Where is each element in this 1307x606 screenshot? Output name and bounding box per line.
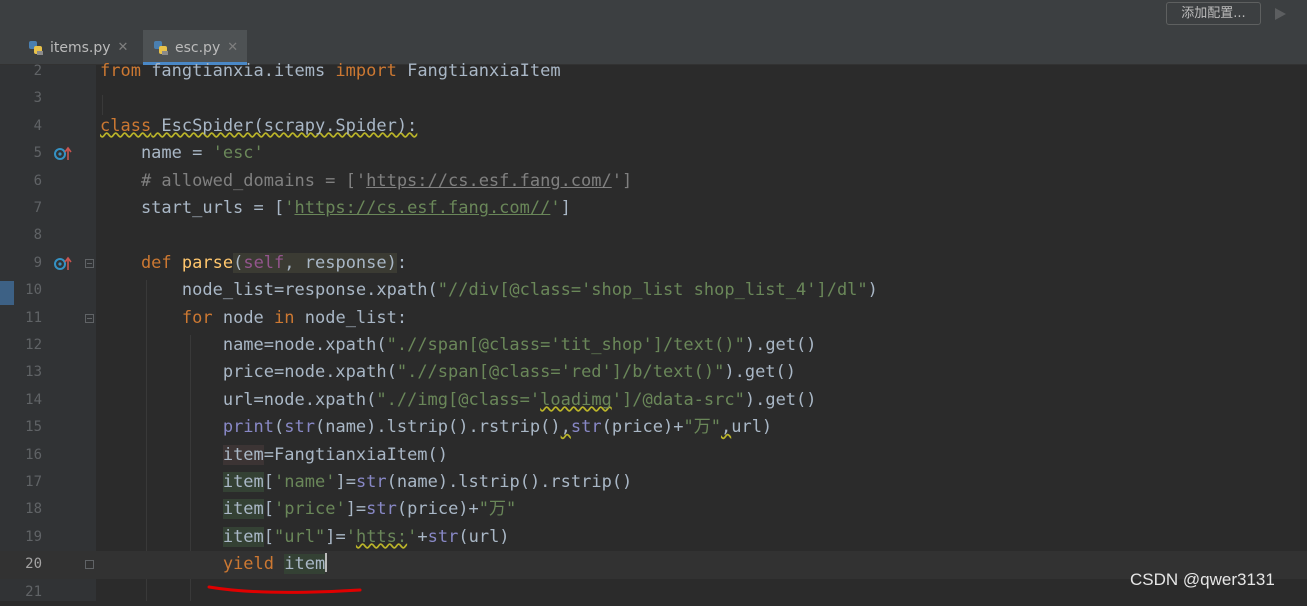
fold-end-icon[interactable] bbox=[85, 560, 94, 570]
code-text: def parse(self, response): bbox=[100, 252, 408, 273]
line-number: 16 bbox=[25, 446, 42, 463]
line-number: 21 bbox=[25, 583, 42, 600]
current-code-line: 20 yield item bbox=[0, 551, 1307, 579]
code-line: 14 url=node.xpath(".//img[@class='loadim… bbox=[0, 387, 1307, 414]
line-number: 13 bbox=[25, 364, 42, 381]
override-method-icon[interactable] bbox=[54, 146, 72, 162]
line-number: 12 bbox=[25, 337, 42, 353]
line-number: 18 bbox=[25, 501, 42, 518]
code-line: 3 bbox=[0, 85, 1307, 112]
code-text: start_urls = ['https://cs.esf.fang.com//… bbox=[100, 198, 571, 218]
code-line: 8 bbox=[0, 222, 1307, 249]
line-number: 20 bbox=[25, 556, 42, 573]
line-number: 9 bbox=[33, 254, 42, 271]
tab-label: items.py bbox=[50, 39, 111, 56]
line-number: 4 bbox=[33, 117, 42, 134]
code-line: 5 name = 'esc' bbox=[0, 140, 1307, 167]
code-text: print(str(name).lstrip().rstrip(),str(pr… bbox=[222, 417, 773, 438]
line-number: 19 bbox=[25, 528, 42, 545]
line-number: 11 bbox=[25, 309, 42, 326]
code-text: for node in node_list: bbox=[181, 307, 408, 328]
line-number: 8 bbox=[33, 227, 42, 244]
line-number: 6 bbox=[33, 172, 42, 189]
fold-icon[interactable] bbox=[85, 258, 94, 268]
line-number: 3 bbox=[33, 90, 42, 107]
code-text: name = 'esc' bbox=[100, 143, 264, 164]
code-text: class EscSpider(scrapy.Spider): bbox=[100, 115, 418, 136]
line-number: 17 bbox=[25, 474, 42, 490]
top-toolbar: 添加配置... bbox=[0, 0, 1307, 30]
play-icon[interactable] bbox=[1273, 6, 1287, 22]
line-number: 10 bbox=[25, 282, 42, 299]
code-line: 13 price=node.xpath(".//span[@class='red… bbox=[0, 359, 1307, 386]
line-number: 7 bbox=[33, 200, 42, 216]
url-link[interactable]: https://cs.esf.fang.com// bbox=[294, 198, 550, 218]
override-method-icon[interactable] bbox=[54, 256, 72, 272]
line-number: 2 bbox=[33, 63, 42, 79]
code-text: price=node.xpath(".//span[@class='red']/… bbox=[222, 362, 797, 383]
code-text: item=FangtianxiaItem() bbox=[222, 444, 449, 465]
code-text: item["url"]='htts:'+str(url) bbox=[222, 526, 510, 547]
code-text: from fangtianxia.items import Fangtianxi… bbox=[100, 61, 561, 81]
watermark: CSDN @qwer3131 bbox=[1130, 570, 1275, 589]
tab-label: esc.py bbox=[175, 39, 221, 56]
code-line: 11 for node in node_list: bbox=[0, 305, 1307, 332]
code-line: 21 bbox=[0, 579, 1307, 606]
code-text: item['name']=str(name).lstrip().rstrip() bbox=[222, 472, 633, 492]
code-line: 10 node_list=response.xpath("//div[@clas… bbox=[0, 277, 1307, 304]
code-comment: # allowed_domains = ['https://cs.esf.fan… bbox=[100, 170, 633, 191]
code-line: 9 def parse(self, response): bbox=[0, 250, 1307, 277]
python-file-icon bbox=[154, 40, 168, 55]
python-file-icon bbox=[29, 40, 43, 55]
text-caret bbox=[325, 553, 328, 573]
code-line: 19 item["url"]='htts:'+str(url) bbox=[0, 524, 1307, 551]
code-text: name=node.xpath(".//span[@class='tit_sho… bbox=[222, 335, 817, 355]
red-underline-annotation bbox=[207, 585, 362, 594]
line-number: 5 bbox=[33, 145, 42, 162]
line-number: 15 bbox=[25, 419, 42, 436]
code-line: 2 from fangtianxia.items import Fangtian… bbox=[0, 58, 1307, 85]
code-line: 4 class EscSpider(scrapy.Spider): bbox=[0, 113, 1307, 140]
code-line: 16 item=FangtianxiaItem() bbox=[0, 442, 1307, 469]
code-text: yield item bbox=[222, 553, 328, 575]
code-text: item['price']=str(price)+"万" bbox=[222, 499, 517, 520]
code-line: 18 item['price']=str(price)+"万" bbox=[0, 496, 1307, 523]
code-line: 17 item['name']=str(name).lstrip().rstri… bbox=[0, 469, 1307, 496]
code-text: node_list=response.xpath("//div[@class='… bbox=[181, 280, 878, 301]
code-line: 15 print(str(name).lstrip().rstrip(),str… bbox=[0, 414, 1307, 441]
fold-icon[interactable] bbox=[85, 313, 94, 323]
line-number: 14 bbox=[25, 391, 42, 408]
code-line: 7 start_urls = ['https://cs.esf.fang.com… bbox=[0, 195, 1307, 222]
close-icon[interactable]: ✕ bbox=[118, 40, 129, 55]
code-line: 12 name=node.xpath(".//span[@class='tit_… bbox=[0, 332, 1307, 359]
add-configuration-button[interactable]: 添加配置... bbox=[1166, 2, 1261, 25]
code-text: url=node.xpath(".//img[@class='loadimg']… bbox=[222, 389, 817, 410]
close-icon[interactable]: ✕ bbox=[227, 40, 238, 55]
code-line: 6 # allowed_domains = ['https://cs.esf.f… bbox=[0, 168, 1307, 195]
